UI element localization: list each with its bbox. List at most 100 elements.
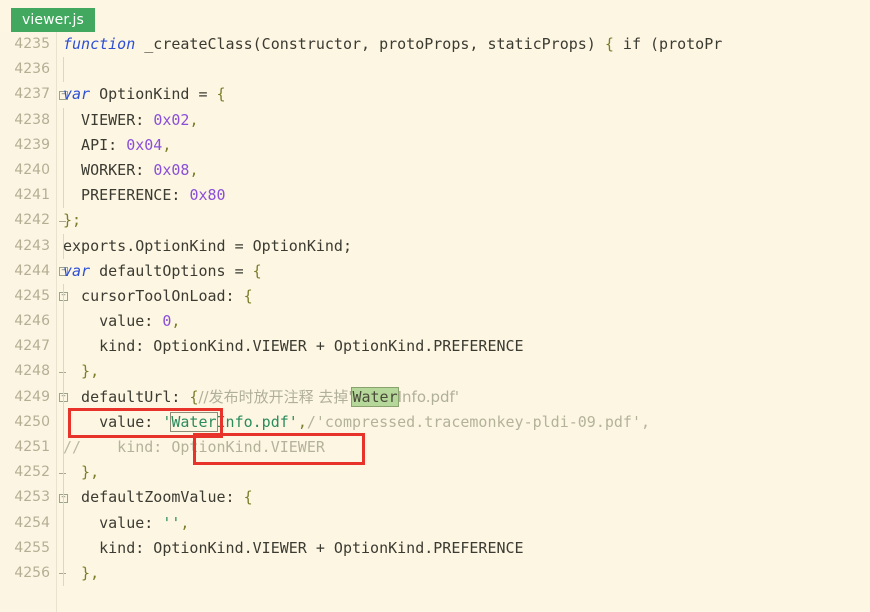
token-l4237-kw: var	[63, 85, 91, 104]
code-line[interactable]: 4250 value: 'WaterInfo.pdf',/'compressed…	[0, 409, 870, 435]
token-l4250-q2: '	[288, 412, 298, 431]
token-l4238-num: 0x02	[153, 110, 190, 129]
token-l4239-comma: ,	[162, 135, 172, 154]
token-l4246-comma: ,	[171, 312, 181, 331]
code-text: cursorToolOnLoad: {	[63, 284, 253, 309]
code-editor-window: viewer.js 4235 function _createClass(Cons…	[0, 0, 870, 612]
code-line[interactable]: 4244 var defaultOptions = {	[0, 259, 870, 284]
token-l4250-comment: /'compressed.tracemonkey-pldi-09.pdf',	[306, 412, 651, 431]
code-line[interactable]: 4252 },	[0, 460, 870, 486]
indent-guide	[63, 57, 64, 83]
code-text: },	[63, 460, 99, 485]
token-l4249-comment-hl: Water	[351, 386, 399, 407]
code-text: exports.OptionKind = OptionKind;	[63, 234, 352, 259]
code-text: function _createClass(Constructor, proto…	[63, 32, 722, 57]
line-number: 4256	[14, 564, 50, 581]
token-l4244-rest: defaultOptions =	[90, 261, 253, 280]
token-l4239-num: 0x04	[126, 135, 163, 154]
token-l4235-rest: _createClass(Constructor, protoProps, st…	[135, 35, 605, 53]
token-l4251-comment: kind: OptionKind.VIEWER	[81, 438, 325, 456]
token-l4237-brace: {	[216, 85, 226, 104]
line-number: 4253	[14, 489, 50, 506]
line-number: 4238	[14, 111, 50, 128]
code-line[interactable]: 4246 value: 0,	[0, 309, 870, 335]
code-text: value: 0,	[63, 309, 180, 334]
token-l4256: },	[63, 563, 100, 582]
code-text: },	[63, 359, 99, 384]
line-number: 4241	[14, 187, 50, 204]
token-l4244-kw: var	[63, 261, 91, 280]
code-text: kind: OptionKind.VIEWER + OptionKind.PRE…	[63, 536, 524, 561]
token-l4254-comma: ,	[180, 513, 190, 532]
code-line[interactable]: 4253 defaultZoomValue: {	[0, 485, 870, 511]
code-line[interactable]: 4245 cursorToolOnLoad: {	[0, 283, 870, 310]
token-l4250-str: Info.pdf	[216, 412, 289, 431]
line-number: 4236	[14, 61, 50, 78]
code-text: },	[63, 561, 99, 586]
code-line[interactable]: 4254 value: '',	[0, 510, 870, 536]
code-text: VIEWER: 0x02,	[63, 108, 198, 133]
token-l4242: };	[63, 211, 82, 230]
code-line[interactable]: 4251 // kind: OptionKind.VIEWER	[0, 435, 870, 461]
code-line[interactable]: 4240 WORKER: 0x08,	[0, 157, 870, 184]
line-number: 4255	[14, 539, 50, 556]
line-number: 4254	[14, 514, 50, 531]
token-l4254-key: value:	[63, 513, 163, 532]
code-line[interactable]: 4243 exports.OptionKind = OptionKind;	[0, 233, 870, 259]
token-l4243: exports.OptionKind = OptionKind;	[63, 236, 352, 255]
code-text: PREFERENCE: 0x80	[63, 183, 226, 208]
line-number: 4250	[14, 413, 50, 430]
code-line[interactable]: 4238 VIEWER: 0x02,	[0, 107, 870, 133]
token-l4255: kind: OptionKind.VIEWER + OptionKind.PRE…	[63, 538, 524, 557]
code-text: var OptionKind = {	[63, 82, 226, 107]
code-line[interactable]: 4237 var OptionKind = {	[0, 82, 870, 107]
code-line[interactable]: 4249 defaultUrl: {//发布时放开注释 去掉'WaterInfo…	[0, 384, 870, 410]
line-number: 4252	[14, 464, 50, 481]
code-line[interactable]: 4255 kind: OptionKind.VIEWER + OptionKin…	[0, 535, 870, 561]
line-number: 4240	[14, 161, 50, 178]
code-text: kind: OptionKind.VIEWER + OptionKind.PRE…	[63, 334, 523, 359]
token-l4235-kw: function	[63, 35, 136, 53]
token-l4238-key: VIEWER:	[63, 110, 154, 129]
token-l4245-key: cursorToolOnLoad:	[63, 286, 244, 305]
code-line[interactable]: 4239 API: 0x04,	[0, 132, 870, 158]
code-line[interactable]: 4256 },	[0, 560, 870, 587]
code-line[interactable]: 4241 PREFERENCE: 0x80	[0, 183, 870, 209]
token-l4250-comma: ,	[297, 412, 307, 431]
token-l4251-slashes: //	[63, 438, 82, 456]
tab-viewer-js[interactable]: viewer.js	[11, 8, 95, 32]
token-l4240-num: 0x08	[153, 160, 190, 179]
line-number: 4242	[14, 212, 50, 229]
code-text: defaultUrl: {//发布时放开注释 去掉'WaterInfo.pdf'	[63, 385, 459, 410]
line-number: 4235	[14, 36, 50, 52]
tab-bar: viewer.js	[0, 0, 870, 32]
token-l4253-key: defaultZoomValue:	[63, 488, 244, 507]
editor-body[interactable]: 4235 function _createClass(Constructor, p…	[0, 32, 870, 612]
code-text: API: 0x04,	[63, 133, 171, 158]
token-l4244-brace: {	[252, 261, 262, 280]
token-l4237-rest: OptionKind =	[90, 85, 217, 104]
code-line[interactable]: 4235 function _createClass(Constructor, p…	[0, 32, 870, 57]
token-l4241-key: PREFERENCE:	[63, 186, 190, 205]
line-number: 4246	[14, 313, 50, 330]
token-l4241-num: 0x80	[189, 186, 226, 205]
token-l4249-comment-post: Info.pdf'	[397, 387, 459, 406]
code-text: };	[63, 208, 81, 233]
code-line[interactable]: 4242};	[0, 208, 870, 233]
token-l4235-tail: if (protoPr	[613, 35, 723, 53]
token-l4253-brace: {	[243, 488, 253, 507]
token-l4238-comma: ,	[189, 110, 199, 129]
code-line[interactable]: 4247 kind: OptionKind.VIEWER + OptionKin…	[0, 334, 870, 360]
code-line[interactable]: 4248 },	[0, 359, 870, 385]
line-number: 4244	[14, 262, 50, 279]
token-l4240-comma: ,	[189, 160, 199, 179]
code-text: WORKER: 0x08,	[63, 158, 198, 183]
token-l4245-brace: {	[243, 286, 253, 305]
token-l4248: },	[63, 362, 100, 381]
token-l4240-key: WORKER:	[63, 160, 154, 179]
code-line[interactable]: 4236	[0, 57, 870, 83]
code-text: value: 'WaterInfo.pdf',/'compressed.trac…	[63, 410, 650, 435]
line-number: 4245	[14, 287, 50, 304]
code-text: defaultZoomValue: {	[63, 485, 253, 510]
line-number: 4248	[14, 363, 50, 380]
